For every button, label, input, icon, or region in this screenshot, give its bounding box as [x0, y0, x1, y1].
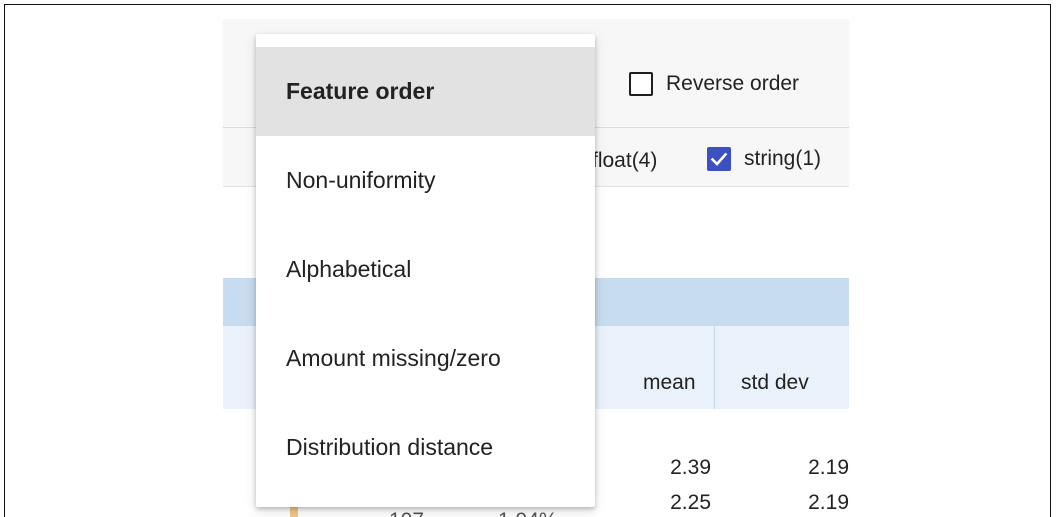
float-filter-label[interactable]: float(4): [592, 149, 657, 173]
cell-count: 107: [389, 509, 424, 517]
unchecked-box-icon[interactable]: [629, 72, 653, 96]
menu-item-distribution-distance[interactable]: Distribution distance: [256, 403, 595, 492]
cell-mean: 2.25: [670, 491, 711, 514]
checkmark-icon[interactable]: [707, 147, 731, 171]
column-divider: [714, 326, 715, 409]
column-header-std-dev[interactable]: std dev: [741, 371, 809, 395]
screenshot-frame: Reverse order float(4) string(1) mean st…: [4, 4, 1051, 517]
string-filter-checkbox[interactable]: string(1): [707, 147, 821, 171]
column-header-mean[interactable]: mean: [643, 371, 696, 395]
reverse-order-checkbox[interactable]: Reverse order: [629, 72, 799, 96]
menu-item-amount-missing-zero[interactable]: Amount missing/zero: [256, 314, 595, 403]
menu-item-non-uniformity[interactable]: Non-uniformity: [256, 136, 595, 225]
cell-mean: 2.39: [670, 456, 711, 479]
reverse-order-label: Reverse order: [666, 72, 800, 95]
menu-item-alphabetical[interactable]: Alphabetical: [256, 225, 595, 314]
cell-std-dev: 2.19: [808, 491, 849, 514]
cell-percent: 1.94%: [498, 509, 558, 517]
string-filter-label: string(1): [744, 147, 822, 170]
cell-std-dev: 2.19: [808, 456, 849, 479]
sort-by-dropdown-menu: Feature order Non-uniformity Alphabetica…: [256, 34, 595, 507]
menu-item-feature-order[interactable]: Feature order: [256, 47, 595, 136]
